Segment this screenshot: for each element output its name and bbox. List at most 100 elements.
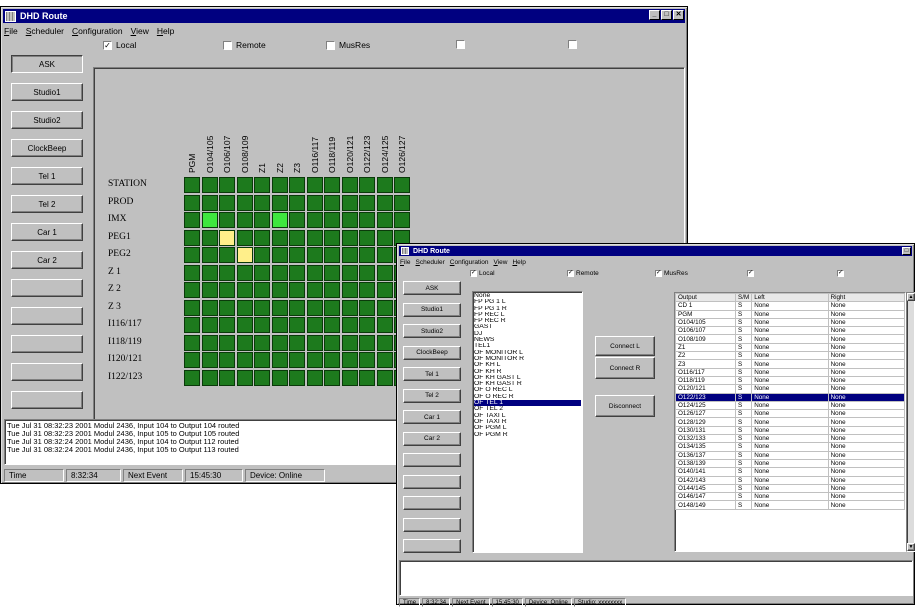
matrix-cell[interactable] (359, 212, 375, 228)
matrix-cell[interactable] (341, 264, 358, 281)
matrix-cell[interactable] (359, 317, 375, 333)
matrix-cell[interactable] (306, 299, 323, 316)
studio-button-tel2[interactable]: Tel 2 (11, 195, 83, 213)
matrix-cell[interactable] (324, 247, 340, 263)
matrix-cell[interactable] (306, 317, 323, 333)
matrix-cell[interactable] (376, 264, 393, 281)
matrix-cell[interactable] (324, 352, 340, 368)
matrix-cell[interactable] (271, 352, 288, 368)
matrix-cell[interactable] (306, 352, 323, 368)
matrix-cell[interactable] (254, 299, 270, 316)
matrix-cell[interactable] (184, 212, 200, 228)
checkbox-blank[interactable]: ✓ (837, 270, 846, 277)
matrix-cell[interactable] (376, 334, 393, 351)
matrix-cell[interactable] (376, 299, 393, 316)
matrix-cell[interactable] (324, 282, 340, 298)
table-row[interactable]: O124/125 S None None (675, 400, 905, 411)
studio-button-empty-10[interactable] (403, 496, 461, 510)
matrix-cell[interactable] (184, 282, 200, 298)
studio-button-clockbeep[interactable]: ClockBeep (11, 139, 83, 157)
matrix-cell[interactable] (219, 317, 235, 333)
matrix-cell[interactable] (201, 369, 218, 386)
menu-configuration[interactable]: Configuration (450, 259, 489, 266)
menu-help[interactable]: Help (512, 259, 525, 266)
matrix-cell[interactable] (289, 317, 305, 333)
matrix-cell[interactable] (289, 352, 305, 368)
matrix-cell[interactable] (289, 334, 305, 351)
table-row[interactable]: O140/141 S None None (675, 467, 905, 477)
studio-button-car1[interactable]: Car 1 (403, 410, 461, 424)
matrix-cell[interactable] (341, 317, 358, 333)
matrix-cell[interactable] (394, 194, 410, 211)
matrix-cell[interactable] (306, 194, 323, 211)
matrix-cell[interactable] (359, 194, 375, 211)
disconnect-button[interactable]: Disconnect (595, 395, 655, 417)
matrix-cell[interactable] (341, 177, 358, 193)
matrix-cell[interactable] (254, 264, 270, 281)
matrix-cell[interactable] (359, 282, 375, 298)
matrix-cell[interactable] (324, 212, 340, 228)
matrix-cell[interactable] (271, 299, 288, 316)
table-row[interactable]: O132/133 S None None (675, 434, 905, 444)
menu-view[interactable]: View (493, 259, 507, 266)
table-header-cell[interactable]: Output (675, 293, 736, 303)
matrix-cell[interactable] (236, 369, 253, 386)
matrix-cell[interactable] (289, 229, 305, 246)
matrix-cell[interactable] (289, 282, 305, 298)
matrix-cell[interactable] (201, 334, 218, 351)
matrix-cell[interactable] (236, 317, 253, 333)
checkbox-local[interactable]: ✓ Local (103, 40, 136, 50)
menu-configuration[interactable]: Configuration (72, 26, 123, 36)
matrix-cell[interactable] (306, 282, 323, 298)
studio-button-empty-10[interactable] (11, 335, 83, 353)
studio-button-car1[interactable]: Car 1 (11, 223, 83, 241)
matrix-cell[interactable] (359, 352, 375, 368)
checkbox-remote[interactable]: ✓ Remote (567, 270, 599, 277)
matrix-cell[interactable] (359, 177, 375, 193)
matrix-cell[interactable] (289, 194, 305, 211)
matrix-cell[interactable] (359, 369, 375, 386)
matrix-cell[interactable] (324, 229, 340, 246)
matrix-cell[interactable] (289, 212, 305, 228)
matrix-cell[interactable] (201, 299, 218, 316)
matrix-cell[interactable] (341, 212, 358, 228)
matrix-cell[interactable] (201, 247, 218, 263)
matrix-cell[interactable] (359, 299, 375, 316)
matrix-cell[interactable] (184, 369, 200, 386)
input-list[interactable]: None FP PG 1 L FP PG 1 R FP REC L FP REC R GA… (472, 291, 583, 553)
matrix-cell-active[interactable] (219, 229, 235, 246)
checkbox-box[interactable]: ✓ (470, 270, 477, 277)
studio-button-tel2[interactable]: Tel 2 (403, 388, 461, 403)
table-row[interactable]: Z2 S None None (675, 351, 905, 361)
matrix-cell[interactable] (376, 282, 393, 298)
matrix-cell[interactable] (324, 299, 340, 316)
matrix-cell[interactable] (201, 229, 218, 246)
table-row[interactable]: O118/119 S None None (675, 375, 905, 386)
matrix-cell-active[interactable] (271, 212, 288, 228)
matrix-cell[interactable] (201, 177, 218, 193)
matrix-cell[interactable] (236, 299, 253, 316)
matrix-cell[interactable] (376, 194, 393, 211)
scroll-down-button[interactable]: ▼ (907, 543, 915, 551)
title-bar[interactable]: DHD Route □ (399, 246, 912, 256)
checkbox-box[interactable] (568, 40, 577, 49)
matrix-cell[interactable] (324, 264, 340, 281)
studio-button-empty-11[interactable] (11, 363, 83, 381)
matrix-cell[interactable] (341, 369, 358, 386)
matrix-cell[interactable] (306, 369, 323, 386)
matrix-cell[interactable] (376, 317, 393, 333)
matrix-cell[interactable] (254, 352, 270, 368)
connect-right-button[interactable]: Connect R (595, 357, 655, 379)
maximize-button[interactable]: □ (661, 10, 672, 20)
matrix-cell[interactable] (324, 334, 340, 351)
matrix-cell[interactable] (219, 264, 235, 281)
close-button[interactable]: ✕ (673, 10, 684, 20)
matrix-cell[interactable] (306, 177, 323, 193)
matrix-cell[interactable] (236, 282, 253, 298)
table-row[interactable]: O116/117 S None None (675, 367, 905, 377)
matrix-cell[interactable] (341, 247, 358, 263)
studio-button-studio1[interactable]: Studio1 (11, 83, 83, 101)
studio-button-empty-11[interactable] (403, 517, 461, 532)
matrix-cell[interactable] (254, 229, 270, 246)
studio-button-studio2[interactable]: Studio2 (11, 111, 83, 129)
